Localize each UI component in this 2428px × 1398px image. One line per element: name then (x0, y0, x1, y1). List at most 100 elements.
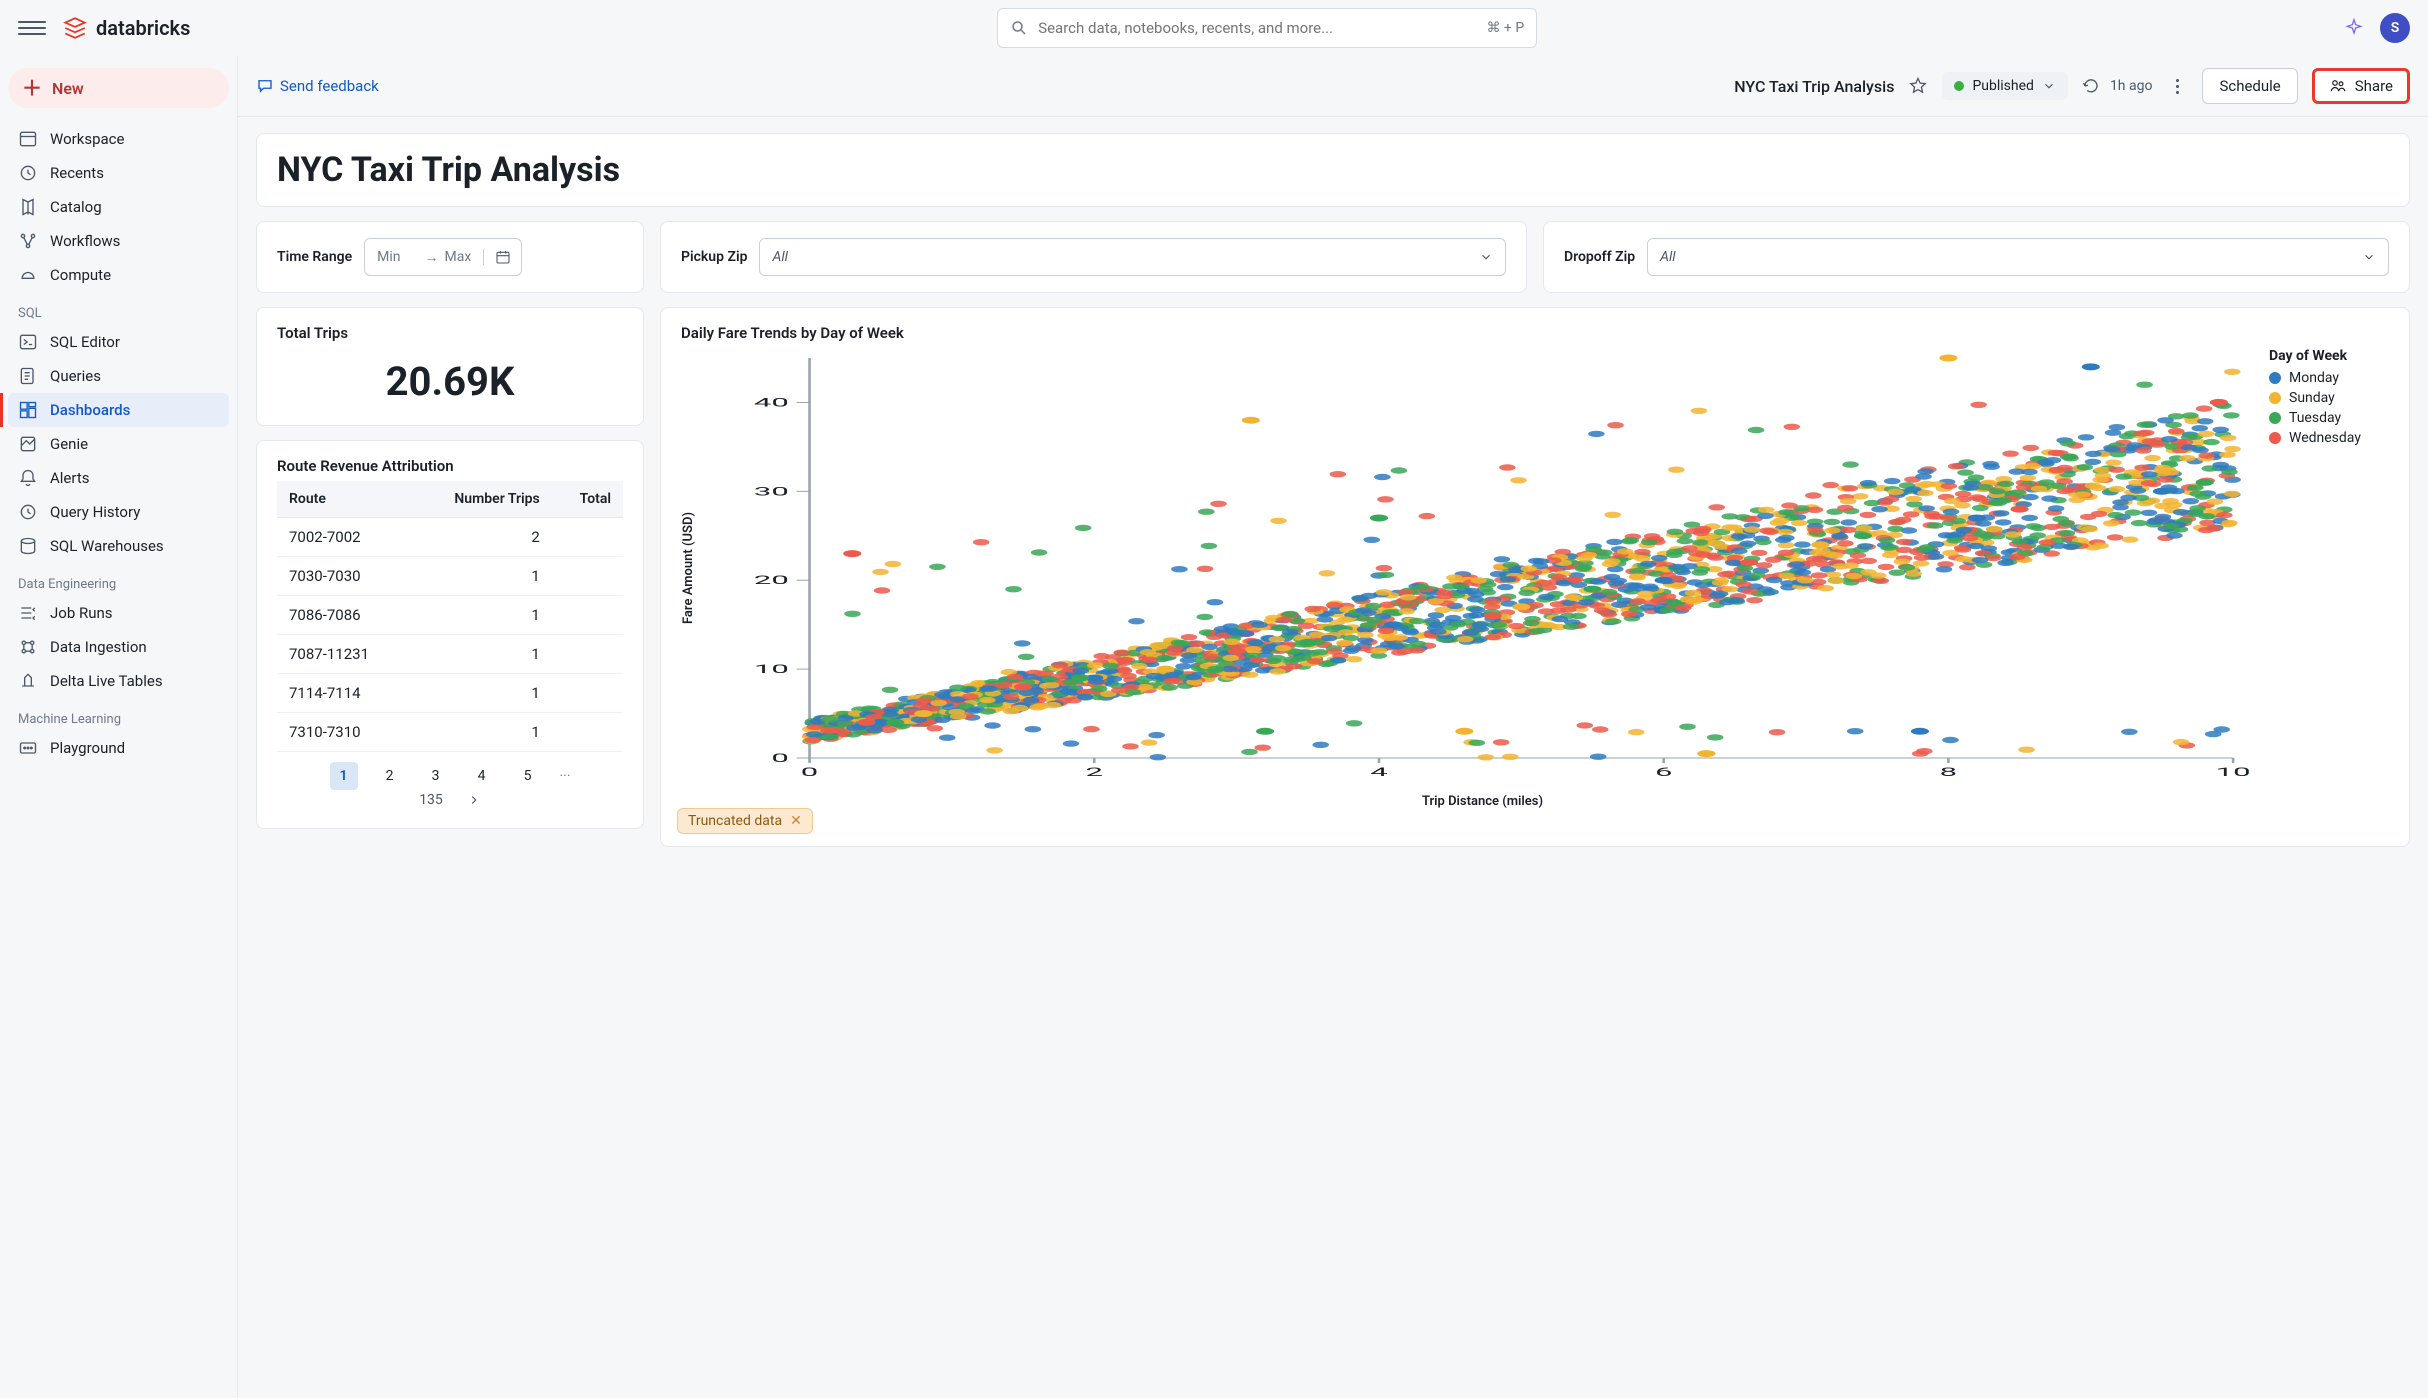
global-search[interactable]: ⌘ + P (997, 8, 1537, 48)
brand-logo[interactable]: databricks (62, 15, 190, 41)
chevron-right-icon[interactable] (467, 793, 481, 807)
svg-text:0: 0 (801, 765, 818, 779)
calendar-icon[interactable] (483, 249, 521, 265)
sidebar-item-delta-live-tables[interactable]: Delta Live Tables (8, 664, 229, 698)
sidebar-item-workspace[interactable]: Workspace (8, 122, 229, 156)
pagination-total: 135 (277, 792, 623, 812)
table-row[interactable]: 7086-70861 (277, 596, 623, 635)
last-refresh: 1h ago (2082, 77, 2153, 95)
legend-swatch (2269, 372, 2281, 384)
recents-icon (18, 163, 38, 183)
sidebar-item-label: Alerts (50, 469, 90, 487)
svg-text:10: 10 (2216, 765, 2251, 779)
svg-text:6: 6 (1655, 765, 1672, 779)
genie-icon (18, 434, 38, 454)
compute-icon (18, 265, 38, 285)
table-row[interactable]: 7114-71141 (277, 674, 623, 713)
page-ellipsis: ··· (560, 768, 571, 784)
section-sql: SQL (8, 292, 229, 325)
page-2[interactable]: 2 (376, 762, 404, 790)
truncated-data-badge: Truncated data ✕ (677, 808, 813, 834)
share-button[interactable]: Share (2312, 68, 2410, 104)
svg-text:20: 20 (754, 573, 789, 587)
sidebar: ＋ New Workspace RecentsCatalog Workflows Co… (0, 56, 238, 1398)
legend-item[interactable]: Monday (2269, 370, 2389, 386)
page-title-card: NYC Taxi Trip Analysis (256, 133, 2410, 207)
sidebar-item-sql-warehouses[interactable]: SQL Warehouses (8, 529, 229, 563)
column-header[interactable]: Number Trips (411, 481, 552, 518)
close-icon[interactable]: ✕ (790, 813, 802, 829)
table-row[interactable]: 7087-112311 (277, 635, 623, 674)
sidebar-item-workflows[interactable]: Workflows (8, 224, 229, 258)
dashboard-toolbar: Send feedback NYC Taxi Trip Analysis Pub… (238, 56, 2428, 117)
people-icon (2329, 77, 2347, 95)
filter-dropoff-zip: Dropoff Zip All (1543, 221, 2410, 293)
user-avatar[interactable]: S (2380, 13, 2410, 43)
menu-toggle[interactable] (18, 14, 46, 42)
sidebar-item-job-runs[interactable]: Job Runs (8, 596, 229, 630)
legend-swatch (2269, 432, 2281, 444)
sidebar-item-label: Job Runs (50, 604, 113, 622)
pickup-zip-select[interactable]: All (759, 238, 1506, 276)
svg-text:0: 0 (771, 751, 788, 765)
dropoff-zip-label: Dropoff Zip (1564, 249, 1635, 265)
sidebar-item-query-history[interactable]: Query History (8, 495, 229, 529)
favorite-toggle[interactable] (1908, 76, 1928, 96)
table-row[interactable]: 7310-73101 (277, 713, 623, 752)
svg-text:10: 10 (754, 662, 789, 676)
column-header[interactable]: Total (552, 481, 623, 518)
sidebar-item-recents[interactable]: Recents (8, 156, 229, 190)
sidebar-item-catalog[interactable]: Catalog (8, 190, 229, 224)
svg-text:8: 8 (1940, 765, 1957, 779)
more-menu[interactable] (2166, 75, 2188, 97)
sidebar-item-dashboards[interactable]: Dashboards (8, 393, 229, 427)
chevron-down-icon (2362, 250, 2376, 264)
svg-text:40: 40 (754, 395, 789, 409)
new-button[interactable]: ＋ New (8, 68, 229, 108)
scatter-plot[interactable]: 0246810010203040 Trip Distance (miles) (706, 348, 2259, 788)
sidebar-item-alerts[interactable]: Alerts (8, 461, 229, 495)
table-row[interactable]: 7030-70301 (277, 557, 623, 596)
legend-item[interactable]: Tuesday (2269, 410, 2389, 426)
kpi-total-trips: Total Trips 20.69K (256, 307, 644, 426)
table-route-revenue: Route Revenue Attribution RouteNumber Tr… (256, 440, 644, 829)
page-title: NYC Taxi Trip Analysis (277, 150, 2389, 190)
status-dot-icon (1954, 81, 1964, 91)
sidebar-item-label: Playground (50, 739, 125, 757)
publish-status-chip[interactable]: Published (1942, 72, 2067, 100)
query-history-icon (18, 502, 38, 522)
sidebar-item-sql-editor[interactable]: SQL Editor (8, 325, 229, 359)
sidebar-item-compute[interactable]: Compute (8, 258, 229, 292)
legend-swatch (2269, 412, 2281, 424)
column-header[interactable]: Route (277, 481, 411, 518)
sidebar-item-label: Query History (50, 503, 140, 521)
table-row[interactable]: 7002-70022 (277, 518, 623, 557)
assistant-icon[interactable] (2344, 18, 2364, 38)
svg-text:2: 2 (1086, 765, 1103, 779)
page-1[interactable]: 1 (330, 762, 358, 790)
search-input[interactable] (1038, 19, 1476, 37)
chart-legend: Day of Week MondaySundayTuesdayWednesday (2269, 348, 2389, 788)
sidebar-item-label: Workflows (50, 232, 120, 250)
sidebar-item-playground[interactable]: Playground (8, 731, 229, 765)
legend-item[interactable]: Wednesday (2269, 430, 2389, 446)
time-range-label: Time Range (277, 249, 352, 265)
schedule-button[interactable]: Schedule (2202, 68, 2297, 104)
send-feedback-link[interactable]: Send feedback (256, 77, 379, 95)
dropoff-zip-select[interactable]: All (1647, 238, 2389, 276)
time-range-picker[interactable]: Min →Max (364, 238, 522, 276)
legend-item[interactable]: Sunday (2269, 390, 2389, 406)
svg-text:30: 30 (754, 484, 789, 498)
page-5[interactable]: 5 (514, 762, 542, 790)
playground-icon (18, 738, 38, 758)
y-axis-label: Fare Amount (USD) (681, 348, 696, 788)
search-shortcut: ⌘ + P (1486, 20, 1524, 36)
page-3[interactable]: 3 (422, 762, 450, 790)
svg-text:4: 4 (1370, 765, 1387, 779)
sidebar-item-queries[interactable]: Queries (8, 359, 229, 393)
sidebar-item-label: Workspace (50, 130, 124, 148)
page-4[interactable]: 4 (468, 762, 496, 790)
sidebar-item-genie[interactable]: Genie (8, 427, 229, 461)
sidebar-item-data-ingestion[interactable]: Data Ingestion (8, 630, 229, 664)
refresh-icon[interactable] (2082, 77, 2100, 95)
